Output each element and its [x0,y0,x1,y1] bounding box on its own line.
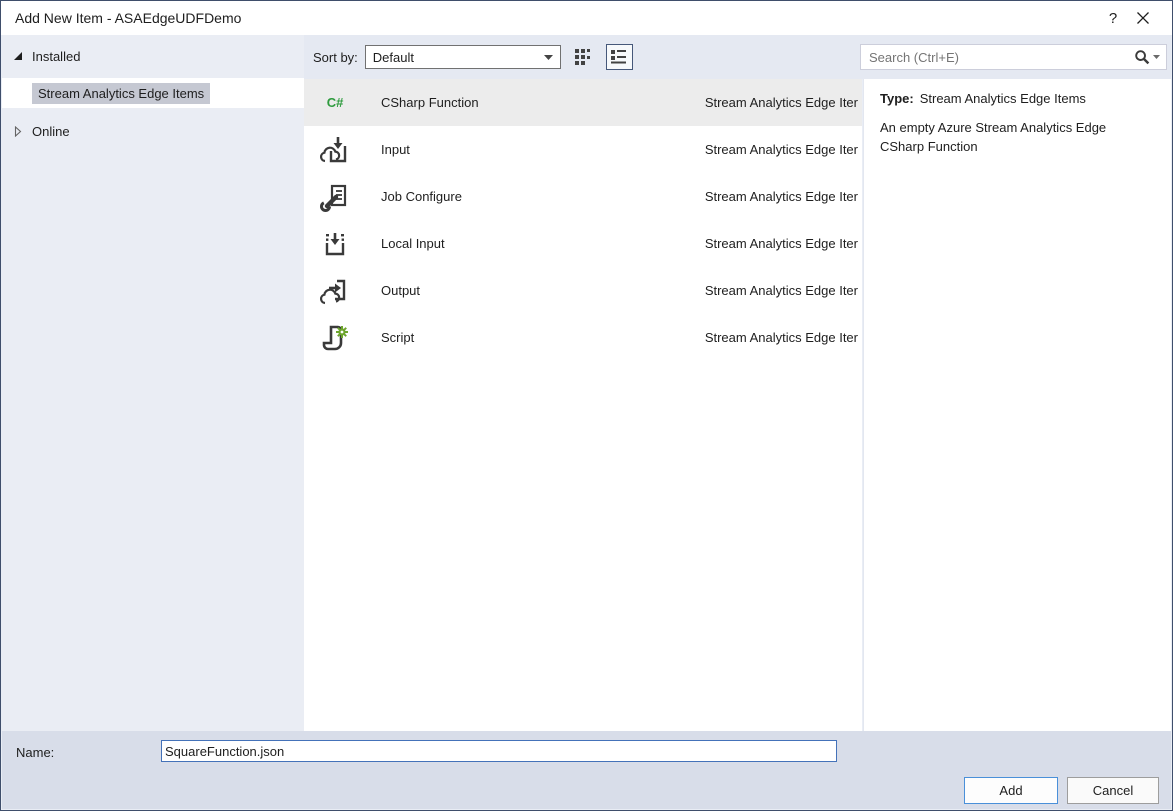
small-icons-view-icon [575,49,592,65]
item-name: CSharp Function [381,95,479,110]
close-icon [1136,11,1150,25]
list-item-local-input[interactable]: Local Input Stream Analytics Edge Iter [304,220,862,267]
script-icon [318,321,352,355]
sort-by-value: Default [373,50,414,65]
search-icon[interactable] [1134,49,1160,65]
list-item-input[interactable]: Input Stream Analytics Edge Iter [304,126,862,173]
item-type: Stream Analytics Edge Iter [705,236,858,251]
item-name: Local Input [381,236,445,251]
close-button[interactable] [1128,5,1158,31]
search-box[interactable] [860,44,1167,70]
tree-expanded-icon [11,50,25,62]
category-sidebar: Installed Stream Analytics Edge Items On… [2,35,304,731]
search-options-caret-icon [1153,55,1160,59]
add-new-item-dialog: Add New Item - ASAEdgeUDFDemo ? Installe… [0,0,1173,811]
item-name: Input [381,142,410,157]
item-name: Output [381,283,420,298]
type-value: Stream Analytics Edge Items [920,91,1086,106]
name-label: Name: [16,745,54,760]
list-view-button[interactable] [606,44,633,70]
chevron-down-icon [544,55,553,60]
item-name: Script [381,330,414,345]
titlebar: Add New Item - ASAEdgeUDFDemo ? [1,1,1172,35]
sidebar-item-installed[interactable]: Installed [2,45,304,67]
name-input[interactable] [161,740,837,762]
search-input[interactable] [867,49,1134,66]
job-configure-icon [318,180,352,214]
add-button[interactable]: Add [964,777,1058,804]
item-type: Stream Analytics Edge Iter [705,330,858,345]
sidebar-item-online[interactable]: Online [2,120,304,142]
cancel-button[interactable]: Cancel [1067,777,1159,804]
item-type: Stream Analytics Edge Iter [705,189,858,204]
installed-label: Installed [32,49,80,64]
item-type: Stream Analytics Edge Iter [705,95,858,110]
info-panel: Type: Stream Analytics Edge Items An empt… [864,79,1171,731]
selected-category-label: Stream Analytics Edge Items [32,83,210,104]
sort-by-dropdown[interactable]: Default [365,45,561,69]
tree-collapsed-icon [11,125,25,137]
item-type: Stream Analytics Edge Iter [705,142,858,157]
dialog-title: Add New Item - ASAEdgeUDFDemo [15,10,241,26]
online-label: Online [32,124,70,139]
list-view-icon [610,49,628,65]
help-button[interactable]: ? [1098,5,1128,31]
output-icon [318,274,352,308]
sort-by-label: Sort by: [313,50,358,65]
item-description: An empty Azure Stream Analytics Edge CSh… [880,119,1148,157]
list-item-csharp-function[interactable]: C# CSharp Function Stream Analytics Edge… [304,79,862,126]
list-item-output[interactable]: Output Stream Analytics Edge Iter [304,267,862,314]
footer-bar: Name: Add Cancel [2,731,1171,809]
list-item-job-configure[interactable]: Job Configure Stream Analytics Edge Iter [304,173,862,220]
sidebar-item-stream-analytics-edge-items[interactable]: Stream Analytics Edge Items [2,78,304,108]
toolbar: Sort by: Default [304,35,1171,79]
template-list: C# CSharp Function Stream Analytics Edge… [304,79,862,731]
type-label: Type: [880,91,914,106]
local-input-icon [318,227,352,261]
item-name: Job Configure [381,189,462,204]
list-item-script[interactable]: Script Stream Analytics Edge Iter [304,314,862,361]
small-icons-view-button[interactable] [570,44,597,70]
item-type: Stream Analytics Edge Iter [705,283,858,298]
csharp-icon: C# [318,86,352,120]
help-icon: ? [1109,10,1117,27]
input-icon [318,133,352,167]
